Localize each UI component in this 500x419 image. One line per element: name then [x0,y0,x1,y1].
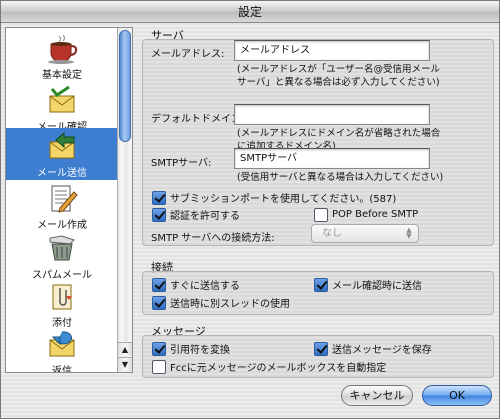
save-sent-checkbox[interactable]: 送信メッセージを保存 [314,341,432,356]
default-domain-field[interactable] [234,104,430,125]
envelope-check-icon [49,86,75,113]
smtp-connection-popup[interactable]: なし ▲ ▼ [311,224,419,243]
checkbox-label: サブミッションポートを使用してください。(587) [170,194,397,205]
attachment-icon [52,284,72,310]
sidebar-item-mail-send[interactable]: メール送信 [6,128,118,180]
checkbox-label: 認証を許可する [170,211,240,222]
checkbox-label: 送信時に別スレッドの使用 [170,299,290,310]
sidebar-scrollbar[interactable]: ▲ ▼ [117,28,132,372]
sidebar-item-mail-check[interactable]: メール確認 [6,82,118,134]
checkbox-label: メール確認時に送信 [332,281,422,292]
email-field[interactable]: メールアドレス [234,40,430,61]
category-sidebar: 基本設定 メール確認 メール送信 [5,27,133,373]
popup-arrows-icon: ▲ ▼ [406,226,412,240]
sidebar-item-label: メール送信 [37,168,87,179]
scroll-up-arrow-icon[interactable]: ▲ [118,342,132,356]
default-domain-label: デフォルトドメイン: [151,114,245,125]
sidebar-item-spam[interactable]: スパムメール [6,230,118,282]
checkbox-box[interactable] [152,341,166,356]
send-now-checkbox[interactable]: すぐに送信する [152,277,240,292]
reply-icon [49,331,75,357]
spam-trash-icon [49,235,75,261]
ok-button[interactable]: OK [422,385,492,406]
send-on-check-checkbox[interactable]: メール確認時に送信 [314,277,422,292]
window-title: 設定 [1,1,499,23]
smtp-server-note: (受信用サーバと異なる場合は入力してください) [237,172,444,183]
checkbox-label: Fccに元メッセージのメールボックスを自動指定 [170,363,387,374]
allow-auth-checkbox[interactable]: 認証を許可する [152,207,240,222]
scroll-down-arrow-icon[interactable]: ▼ [118,357,132,371]
checkbox-box[interactable] [314,277,328,292]
checkbox-box[interactable] [314,341,328,356]
checkbox-label: POP Before SMTP [332,209,419,220]
sidebar-item-mail-compose[interactable]: メール作成 [6,180,118,232]
compose-pencil-icon [51,185,78,213]
fcc-auto-mailbox-checkbox[interactable]: Fccに元メッセージのメールボックスを自動指定 [152,359,386,374]
sidebar-item-reply[interactable]: 返信 [6,326,118,372]
checkbox-box[interactable] [152,295,166,310]
checkbox-box[interactable] [152,190,166,205]
convert-quotes-checkbox[interactable]: 引用符を変換 [152,341,230,356]
scroll-thumb[interactable] [119,30,131,142]
separate-thread-checkbox[interactable]: 送信時に別スレッドの使用 [152,295,290,310]
checkbox-box[interactable] [314,207,328,222]
envelope-send-icon [49,132,75,159]
popup-value: なし [322,228,342,239]
sidebar-item-attachment[interactable]: 添付 [6,278,118,330]
checkbox-label: すぐに送信する [170,281,240,292]
checkbox-box[interactable] [152,277,166,292]
sidebar-item-label: メール作成 [37,220,87,231]
email-note: (メールアドレスが「ユーザー名@受信用メールサーバ」と異なる場合は必ず入力してく… [237,64,441,88]
sidebar-item-label: 基本設定 [42,70,82,81]
smtp-server-label: SMTPサーバ: [151,158,212,169]
cancel-button[interactable]: キャンセル [341,385,413,406]
sidebar-item-basic-settings[interactable]: 基本設定 [6,30,118,82]
checkbox-label: 引用符を変換 [170,345,230,356]
checkbox-label: 送信メッセージを保存 [332,345,432,356]
checkbox-box[interactable] [152,207,166,222]
email-label: メールアドレス: [151,49,225,60]
smtp-connection-label: SMTP サーバへの接続方法: [151,233,275,244]
category-list: 基本設定 メール確認 メール送信 [6,28,118,372]
checkbox-box[interactable] [152,359,166,374]
coffee-cup-icon [48,34,78,64]
preferences-window: 設定 基本設定 メール確認 [0,0,500,419]
submission-port-checkbox[interactable]: サブミッションポートを使用してください。(587) [152,190,396,205]
smtp-server-field[interactable]: SMTPサーバ [234,148,430,169]
pop-before-smtp-checkbox[interactable]: POP Before SMTP [314,207,418,222]
sidebar-item-label: 返信 [52,366,72,372]
